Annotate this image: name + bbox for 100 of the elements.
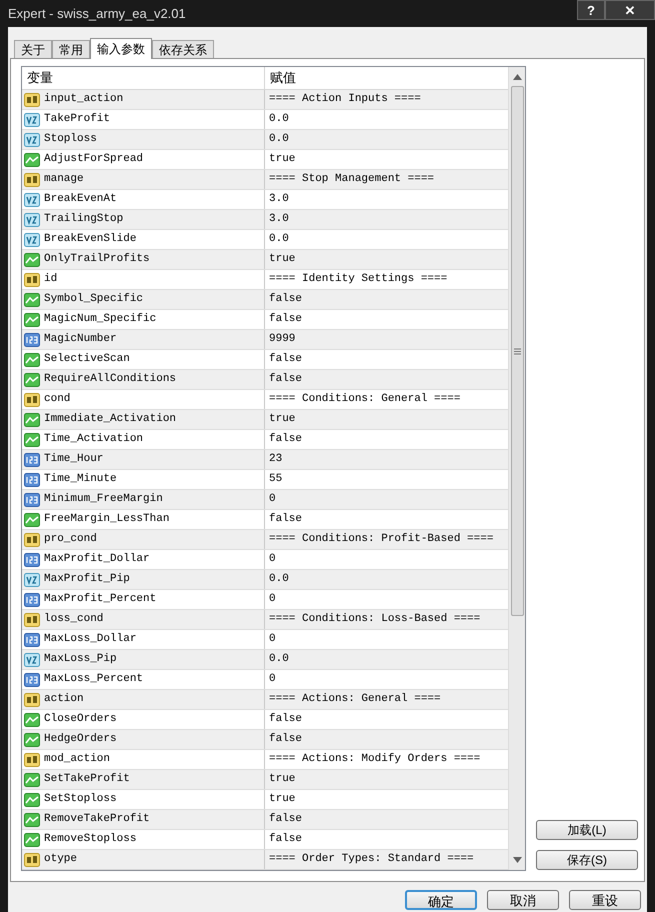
parameter-value: false bbox=[269, 732, 302, 748]
parameter-name: Stoploss bbox=[44, 132, 97, 148]
tab[interactable]: 关于 bbox=[14, 40, 52, 58]
toggle-type-icon bbox=[24, 772, 40, 786]
parameter-name: MaxLoss_Dollar bbox=[44, 632, 136, 648]
text-type-icon bbox=[24, 852, 40, 866]
parameter-name: MagicNum_Specific bbox=[44, 312, 156, 328]
parameter-name: input_action bbox=[44, 92, 124, 108]
parameter-value: 3.0 bbox=[269, 212, 289, 228]
integer-type-icon bbox=[24, 452, 40, 466]
parameter-value: false bbox=[269, 372, 302, 388]
scroll-thumb[interactable] bbox=[510, 86, 524, 616]
close-button[interactable]: ✕ bbox=[605, 0, 655, 20]
text-type-icon bbox=[24, 392, 40, 406]
toggle-type-icon bbox=[24, 292, 40, 306]
integer-type-icon bbox=[24, 332, 40, 346]
text-type-icon bbox=[24, 752, 40, 766]
parameter-name: BreakEvenAt bbox=[44, 192, 117, 208]
parameter-name: Time_Hour bbox=[44, 452, 104, 468]
parameter-value: 0 bbox=[269, 672, 276, 688]
parameter-value: ==== Identity Settings ==== bbox=[269, 272, 448, 288]
toggle-type-icon bbox=[24, 372, 40, 386]
parameter-name: loss_cond bbox=[44, 612, 104, 628]
parameter-name: manage bbox=[44, 172, 84, 188]
parameter-name: RemoveTakeProfit bbox=[44, 812, 150, 828]
parameter-value: true bbox=[269, 252, 296, 268]
parameter-value: true bbox=[269, 772, 296, 788]
parameter-name: Time_Minute bbox=[44, 472, 117, 488]
tab[interactable]: 常用 bbox=[52, 40, 90, 58]
parameter-value: ==== Actions: General ==== bbox=[269, 692, 441, 708]
dialog-button[interactable]: 确定 bbox=[405, 890, 477, 910]
parameter-value: false bbox=[269, 712, 302, 728]
column-header[interactable]: 赋值 bbox=[265, 67, 508, 89]
parameter-name: Minimum_FreeMargin bbox=[44, 492, 163, 508]
text-type-icon bbox=[24, 532, 40, 546]
parameter-value: 0 bbox=[269, 552, 276, 568]
column-header[interactable]: 变量 bbox=[22, 67, 265, 89]
parameter-value: ==== Stop Management ==== bbox=[269, 172, 434, 188]
parameter-name: BreakEvenSlide bbox=[44, 232, 136, 248]
parameter-value: 0.0 bbox=[269, 112, 289, 128]
text-type-icon bbox=[24, 692, 40, 706]
decimal-type-icon bbox=[24, 192, 40, 206]
side-button[interactable]: 保存(S) bbox=[536, 850, 638, 870]
decimal-type-icon bbox=[24, 132, 40, 146]
parameter-name: Symbol_Specific bbox=[44, 292, 144, 308]
parameter-value: false bbox=[269, 812, 302, 828]
decimal-type-icon bbox=[24, 212, 40, 226]
help-button[interactable]: ? bbox=[577, 0, 605, 20]
parameter-name: OnlyTrailProfits bbox=[44, 252, 150, 268]
window-title: Expert - swiss_army_ea_v2.01 bbox=[8, 4, 186, 23]
side-button[interactable]: 加载(L) bbox=[536, 820, 638, 840]
parameter-value: 9999 bbox=[269, 332, 296, 348]
parameter-name: RemoveStoploss bbox=[44, 832, 136, 848]
parameter-value: 0 bbox=[269, 632, 276, 648]
parameter-name: CloseOrders bbox=[44, 712, 117, 728]
parameter-name: MaxLoss_Percent bbox=[44, 672, 144, 688]
parameter-value: 0.0 bbox=[269, 572, 289, 588]
parameter-name: id bbox=[44, 272, 58, 288]
parameter-name: TakeProfit bbox=[44, 112, 110, 128]
scroll-down-icon[interactable] bbox=[512, 857, 522, 863]
parameter-value: 3.0 bbox=[269, 192, 289, 208]
tab[interactable]: 输入参数 bbox=[90, 38, 152, 59]
toggle-type-icon bbox=[24, 252, 40, 266]
dialog-button[interactable]: 重设 bbox=[569, 890, 641, 910]
text-type-icon bbox=[24, 92, 40, 106]
parameter-value: false bbox=[269, 832, 302, 848]
parameter-name: RequireAllConditions bbox=[44, 372, 176, 388]
parameter-value: false bbox=[269, 312, 302, 328]
toggle-type-icon bbox=[24, 412, 40, 426]
parameter-name: MaxProfit_Dollar bbox=[44, 552, 150, 568]
scrollbar[interactable] bbox=[508, 67, 525, 870]
parameter-name: MaxProfit_Percent bbox=[44, 592, 156, 608]
decimal-type-icon bbox=[24, 652, 40, 666]
toggle-type-icon bbox=[24, 812, 40, 826]
toggle-type-icon bbox=[24, 732, 40, 746]
parameter-name: mod_action bbox=[44, 752, 110, 768]
scroll-up-icon[interactable] bbox=[512, 74, 522, 80]
text-type-icon bbox=[24, 612, 40, 626]
dialog-button[interactable]: 取消 bbox=[487, 890, 559, 910]
parameter-value: 0.0 bbox=[269, 132, 289, 148]
parameter-value: false bbox=[269, 432, 302, 448]
parameter-value: false bbox=[269, 292, 302, 308]
parameter-value: 0 bbox=[269, 492, 276, 508]
parameter-name: pro_cond bbox=[44, 532, 97, 548]
tab[interactable]: 依存关系 bbox=[152, 40, 214, 58]
parameter-value: true bbox=[269, 412, 296, 428]
parameter-name: Time_Activation bbox=[44, 432, 144, 448]
text-type-icon bbox=[24, 272, 40, 286]
parameter-name: SetStoploss bbox=[44, 792, 117, 808]
parameter-name: HedgeOrders bbox=[44, 732, 117, 748]
parameter-value: true bbox=[269, 792, 296, 808]
parameter-value: 0.0 bbox=[269, 652, 289, 668]
parameter-value: false bbox=[269, 352, 302, 368]
parameter-value: ==== Action Inputs ==== bbox=[269, 92, 421, 108]
parameter-value: ==== Order Types: Standard ==== bbox=[269, 852, 474, 868]
parameter-value: 55 bbox=[269, 472, 282, 488]
parameter-value: ==== Conditions: General ==== bbox=[269, 392, 460, 408]
parameter-name: cond bbox=[44, 392, 70, 408]
parameter-value: ==== Conditions: Profit-Based ==== bbox=[269, 532, 494, 548]
parameter-name: TrailingStop bbox=[44, 212, 124, 228]
